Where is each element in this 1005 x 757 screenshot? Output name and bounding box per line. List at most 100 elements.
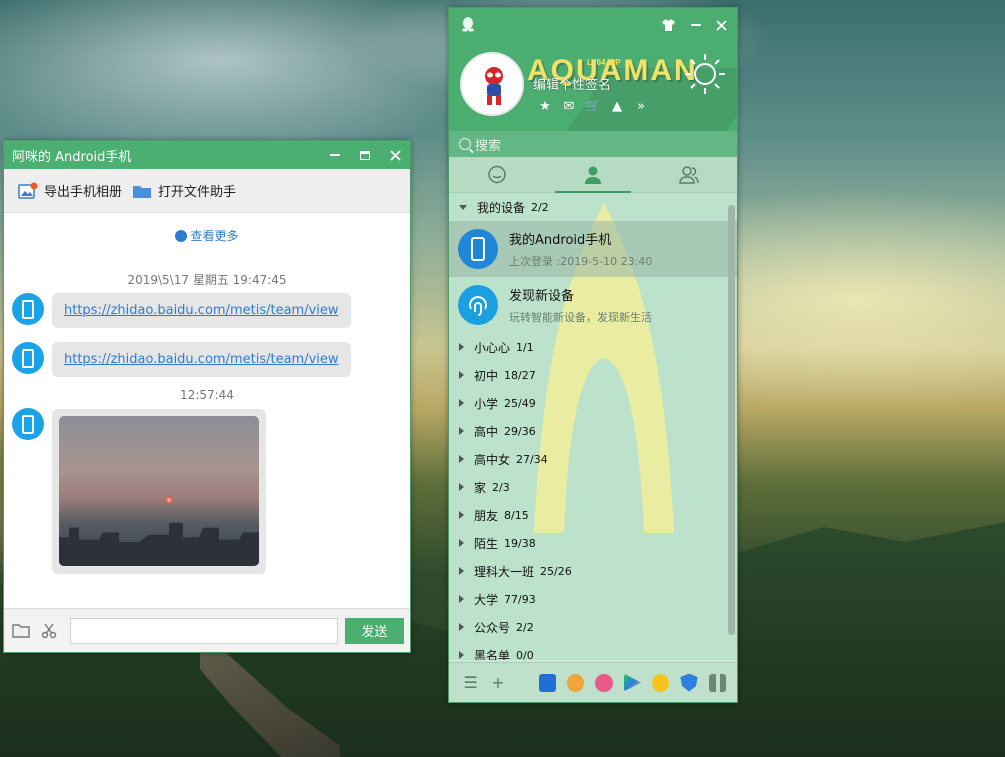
friend-group-row[interactable]: 朋友 8/15	[449, 501, 737, 529]
friend-group-row[interactable]: 初中 18/27	[449, 361, 737, 389]
collapse-arrow-icon	[459, 371, 464, 379]
mail-icon[interactable]: ✉	[557, 98, 581, 114]
collapse-arrow-icon	[459, 399, 464, 407]
collapse-arrow-icon	[459, 651, 464, 659]
send-file-button[interactable]	[10, 620, 32, 642]
send-button[interactable]: 发送	[344, 617, 405, 644]
game-avatar-app-icon[interactable]	[566, 673, 585, 692]
menu-icon: ☰	[463, 673, 478, 692]
tent-icon[interactable]: ▲	[605, 98, 629, 114]
screenshot-button[interactable]	[38, 620, 60, 642]
close-button[interactable]	[710, 14, 732, 36]
open-file-helper-button[interactable]: 打开文件助手	[132, 181, 236, 200]
friend-group-row[interactable]: 小心心 1/1	[449, 333, 737, 361]
qq-main-panel: AQUAMAN LV64 VIP 编辑个性签名 ★ ✉ 🛒 ▲ » 搜索 我的设…	[448, 7, 738, 703]
group-people-icon	[679, 165, 699, 184]
pet-app-icon[interactable]	[595, 673, 613, 692]
plus-icon: +	[491, 673, 505, 692]
export-album-button[interactable]: 导出手机相册	[18, 181, 122, 200]
contact-person-icon	[585, 166, 601, 184]
group-count: 19/38	[504, 536, 536, 550]
group-count: 77/93	[504, 592, 536, 606]
friend-group-row[interactable]: 小学 25/49	[449, 389, 737, 417]
security-shield-app-icon[interactable]	[680, 673, 698, 692]
group-name: 我的设备	[477, 200, 526, 215]
friend-group-row[interactable]: 家 2/3	[449, 473, 737, 501]
view-more-link[interactable]: 查看更多	[4, 227, 410, 244]
friend-group-row[interactable]: 黑名单 0/0	[449, 641, 737, 660]
file-helper-label: 打开文件助手	[158, 185, 237, 200]
user-avatar[interactable]	[460, 52, 524, 116]
contact-list[interactable]: 我的设备 2/2 我的Android手机 上次登录 :2019-5-10 23:…	[449, 193, 737, 660]
tab-groups[interactable]	[641, 157, 737, 192]
more-chevron-icon[interactable]: »	[629, 98, 653, 114]
expand-arrow-icon	[459, 204, 467, 210]
clock-icon	[175, 230, 188, 242]
chat-bubble-icon	[488, 165, 506, 183]
export-album-label: 导出手机相册	[44, 185, 123, 200]
video-play-app-icon[interactable]	[623, 673, 642, 692]
phone-icon	[22, 348, 34, 368]
main-menu-button[interactable]: ☰	[461, 673, 480, 693]
device-name: 我的Android手机	[509, 233, 612, 248]
minimize-button[interactable]	[320, 141, 350, 169]
skin-button[interactable]	[657, 14, 679, 36]
message-link[interactable]: https://zhidao.baidu.com/metis/team/view	[64, 303, 339, 318]
shopping-cart-icon[interactable]: 🛒	[581, 98, 605, 114]
device-name: 发现新设备	[509, 289, 575, 304]
collapse-arrow-icon	[459, 427, 464, 435]
app-grid-icon[interactable]	[708, 673, 727, 692]
phone-icon	[471, 237, 485, 261]
sunset-photo[interactable]	[59, 416, 259, 566]
device-avatar	[458, 285, 498, 325]
message-link[interactable]: https://zhidao.baidu.com/metis/team/view	[64, 352, 339, 367]
minimize-icon	[330, 154, 340, 156]
chat-title-bar[interactable]: 阿咪的 Android手机	[4, 141, 466, 169]
friend-group-row[interactable]: 陌生 19/38	[449, 529, 737, 557]
image-message-bubble[interactable]	[52, 409, 266, 574]
folder-icon	[133, 185, 152, 198]
bottom-toolbar: ☰ +	[449, 662, 737, 702]
weather-sun-icon[interactable]	[683, 52, 727, 96]
friend-group-row[interactable]: 大学 77/93	[449, 585, 737, 613]
group-name: 公众号	[474, 620, 511, 635]
scrollbar[interactable]	[728, 205, 735, 635]
search-bar[interactable]: 搜索	[449, 131, 737, 157]
collapse-arrow-icon	[459, 511, 464, 519]
qq-penguin-icon[interactable]	[461, 16, 475, 32]
group-count: 25/26	[540, 564, 572, 578]
friend-group-row[interactable]: 理科大一班 25/26	[449, 557, 737, 585]
vip-level-badge[interactable]: LV64 VIP	[587, 58, 621, 67]
friend-group-row[interactable]: 高中 29/36	[449, 417, 737, 445]
device-avatar[interactable]	[12, 342, 44, 374]
device-avatar[interactable]	[12, 408, 44, 440]
minimize-button[interactable]	[685, 14, 707, 36]
add-button[interactable]: +	[488, 673, 507, 693]
collapse-arrow-icon	[459, 595, 464, 603]
group-count: 2/3	[492, 480, 510, 494]
message-input[interactable]	[69, 617, 338, 644]
music-app-icon[interactable]	[652, 673, 670, 692]
qzone-star-icon[interactable]: ★	[533, 98, 557, 114]
device-last-login: 上次登录 :2019-5-10 23:40	[509, 255, 653, 268]
signature-label[interactable]: 编辑个性签名	[533, 74, 611, 93]
chat-message-area[interactable]: 查看更多 2019\5\17 星期五 19:47:45 https://zhid…	[4, 213, 410, 609]
maximize-button[interactable]	[350, 141, 380, 169]
device-avatar[interactable]	[12, 293, 44, 325]
group-my-devices[interactable]: 我的设备 2/2	[449, 193, 737, 221]
city-skyline	[59, 522, 259, 566]
device-item-discover[interactable]: 发现新设备 玩转智能新设备，发现新生活	[449, 277, 737, 333]
collapse-arrow-icon	[459, 567, 464, 575]
tab-contacts[interactable]	[545, 157, 641, 193]
tab-messages[interactable]	[449, 157, 545, 192]
group-name: 陌生	[474, 536, 499, 551]
collapse-arrow-icon	[459, 539, 464, 547]
message-timestamp: 12:57:44	[180, 388, 234, 402]
device-item-android-phone[interactable]: 我的Android手机 上次登录 :2019-5-10 23:40	[449, 221, 737, 277]
upload-app-icon[interactable]	[538, 673, 556, 692]
group-name: 高中	[474, 424, 499, 439]
friend-group-row[interactable]: 高中女 27/34	[449, 445, 737, 473]
friend-group-row[interactable]: 公众号 2/2	[449, 613, 737, 641]
friend-groups: 小心心 1/1 初中 18/27 小学 25/49 高中 29/36 高中女 27/34 家 2/3 朋…	[449, 333, 737, 660]
close-button[interactable]	[380, 141, 410, 169]
